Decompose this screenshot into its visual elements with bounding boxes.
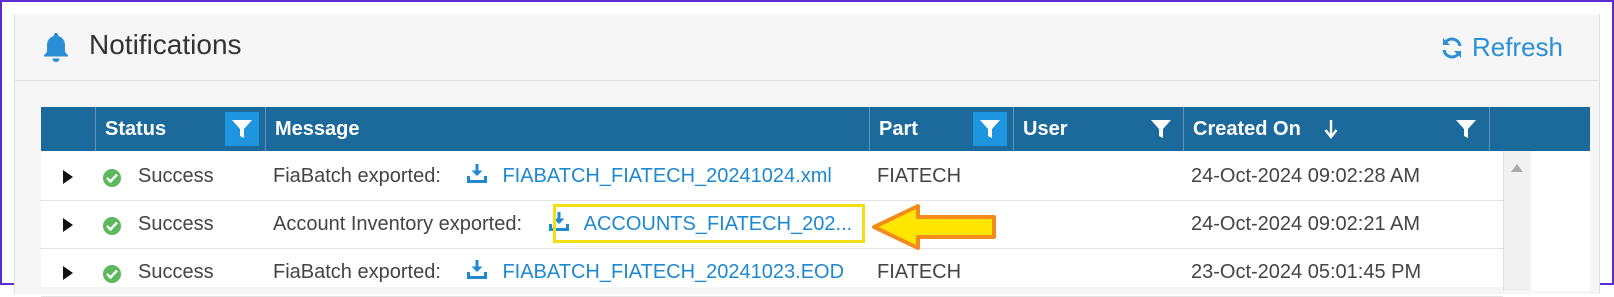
success-check-icon bbox=[103, 265, 121, 283]
message-prefix: FiaBatch exported: bbox=[273, 165, 441, 187]
refresh-button[interactable]: Refresh bbox=[1440, 32, 1563, 63]
success-check-icon bbox=[103, 169, 121, 187]
file-name: FIABATCH_FIATECH_20241024.xml bbox=[502, 165, 832, 187]
part-text: FIATECH bbox=[877, 165, 962, 187]
bell-icon bbox=[44, 33, 68, 62]
header-user-label: User bbox=[1023, 118, 1068, 140]
filter-icon bbox=[980, 120, 1000, 138]
header-status[interactable]: Status bbox=[95, 107, 265, 151]
download-icon bbox=[467, 260, 488, 279]
status-text: Success bbox=[138, 213, 214, 235]
message-cell: FiaBatch exported: FIABATCH_FIATECH_2024… bbox=[273, 249, 844, 296]
expand-row-icon[interactable] bbox=[63, 266, 73, 280]
header-scroll-spacer bbox=[1489, 107, 1590, 151]
status-text: Success bbox=[138, 261, 214, 283]
header-status-label: Status bbox=[105, 118, 167, 140]
message-cell: FiaBatch exported: FIABATCH_FIATECH_2024… bbox=[273, 153, 832, 200]
part-text: FIATECH bbox=[877, 261, 962, 283]
page-title: Notifications bbox=[89, 29, 242, 60]
part-filter-button[interactable] bbox=[973, 112, 1007, 146]
created-on-text: 23-Oct-2024 05:01:45 PM bbox=[1191, 261, 1422, 283]
expand-row-icon[interactable] bbox=[63, 170, 73, 184]
header-part-label: Part bbox=[879, 118, 918, 140]
header-expand-column bbox=[41, 107, 95, 151]
header-message-label: Message bbox=[275, 118, 360, 140]
header-message[interactable]: Message bbox=[265, 107, 869, 151]
created-on-text: 24-Oct-2024 09:02:28 AM bbox=[1191, 165, 1421, 187]
header-created-on[interactable]: Created On bbox=[1183, 107, 1489, 151]
created-on-text: 24-Oct-2024 09:02:21 AM bbox=[1191, 213, 1421, 235]
status-text: Success bbox=[138, 165, 214, 187]
grid-header: Status Message Part User Created On bbox=[41, 107, 1590, 151]
grid-right-padding bbox=[1531, 151, 1590, 291]
header-user[interactable]: User bbox=[1013, 107, 1183, 151]
expand-row-icon[interactable] bbox=[63, 218, 73, 232]
vertical-scrollbar[interactable] bbox=[1503, 151, 1532, 291]
file-name: FIABATCH_FIATECH_20241023.EOD bbox=[502, 261, 845, 283]
sort-descending-icon bbox=[1324, 120, 1338, 139]
left-arrow-icon bbox=[872, 204, 996, 250]
message-prefix: Account Inventory exported: bbox=[273, 213, 523, 235]
user-filter-button[interactable] bbox=[1144, 112, 1178, 146]
filter-icon bbox=[1456, 120, 1476, 138]
status-filter-button[interactable] bbox=[225, 112, 259, 146]
refresh-label: Refresh bbox=[1471, 32, 1563, 62]
scroll-up-icon[interactable] bbox=[1511, 164, 1523, 172]
success-check-icon bbox=[103, 217, 121, 235]
table-row[interactable]: Success FiaBatch exported: FIABATCH_FIAT… bbox=[41, 249, 1503, 297]
notifications-grid: Status Message Part User Created On Succ… bbox=[41, 107, 1590, 297]
message-prefix: FiaBatch exported: bbox=[273, 261, 441, 283]
table-row[interactable]: Success FiaBatch exported: FIABATCH_FIAT… bbox=[41, 153, 1503, 201]
panel-header: Notifications Refresh bbox=[15, 14, 1599, 81]
highlight-box bbox=[553, 204, 865, 243]
refresh-icon bbox=[1442, 37, 1462, 58]
filter-icon bbox=[1151, 120, 1171, 138]
file-download-link[interactable]: FIABATCH_FIATECH_20241023.EOD bbox=[466, 260, 845, 283]
created-on-filter-button[interactable] bbox=[1449, 112, 1483, 146]
download-icon bbox=[467, 164, 488, 183]
filter-icon bbox=[232, 120, 252, 138]
header-created-on-label: Created On bbox=[1193, 118, 1301, 140]
header-part[interactable]: Part bbox=[869, 107, 1013, 151]
file-download-link[interactable]: FIABATCH_FIATECH_20241024.xml bbox=[466, 164, 832, 187]
